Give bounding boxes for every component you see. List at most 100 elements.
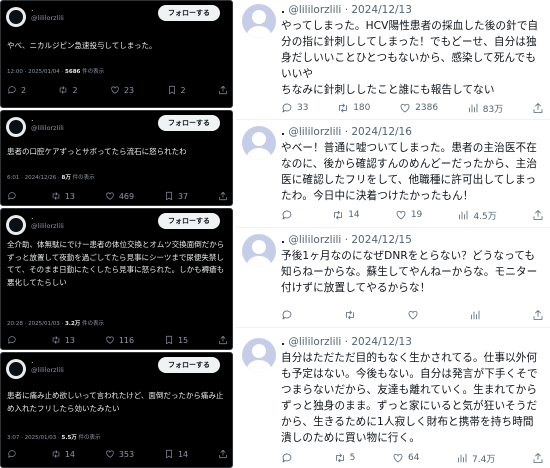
retweet-button[interactable]: 2 bbox=[58, 85, 78, 95]
follow-button[interactable]: フォローする bbox=[158, 357, 220, 373]
bookmark-button[interactable]: 15 bbox=[164, 335, 188, 345]
post-text: 予後1ヶ月なのになぜDNRをとらない？どうなっても知らねーからな。蘇生してやんね… bbox=[281, 250, 538, 294]
like-button[interactable]: 353 bbox=[105, 449, 134, 459]
retweet-count: 2 bbox=[72, 85, 78, 95]
reply-icon bbox=[8, 86, 16, 94]
user-handle[interactable]: @lililorzlili bbox=[288, 4, 341, 16]
bookmark-icon bbox=[166, 449, 172, 459]
avatar[interactable] bbox=[242, 338, 276, 372]
bookmark-button[interactable]: 2 bbox=[167, 85, 186, 95]
retweet-button[interactable]: 5 bbox=[334, 452, 356, 464]
share-button[interactable] bbox=[218, 191, 228, 201]
retweet-button[interactable]: 14 bbox=[51, 449, 75, 459]
view-count: 5686 bbox=[65, 69, 81, 75]
reply-button[interactable] bbox=[281, 452, 297, 464]
reply-button[interactable] bbox=[7, 449, 21, 459]
avatar[interactable] bbox=[6, 7, 26, 27]
bookmark-button[interactable]: 14 bbox=[164, 449, 188, 459]
display-name[interactable]: . bbox=[281, 126, 285, 138]
reply-button[interactable] bbox=[281, 209, 297, 221]
retweet-count: 5 bbox=[349, 453, 356, 463]
share-button[interactable] bbox=[218, 335, 228, 345]
avatar[interactable] bbox=[6, 359, 26, 379]
share-button[interactable] bbox=[532, 452, 544, 464]
retweet-count: 13 bbox=[64, 335, 76, 345]
share-icon bbox=[219, 335, 227, 345]
like-button[interactable] bbox=[407, 309, 423, 321]
user-handle[interactable]: @lililorzlili bbox=[288, 336, 341, 348]
like-button[interactable]: 2386 bbox=[399, 102, 438, 114]
views-icon bbox=[471, 310, 480, 320]
follow-button[interactable]: フォローする bbox=[158, 115, 220, 131]
user-handle[interactable]: @lililorzlili bbox=[288, 126, 341, 138]
avatar[interactable] bbox=[242, 234, 276, 268]
retweet-button[interactable]: 14 bbox=[332, 209, 360, 221]
retweet-icon bbox=[345, 310, 354, 320]
bookmark-button[interactable]: 37 bbox=[164, 191, 188, 201]
user-handle[interactable]: @lililorzlili bbox=[288, 234, 341, 246]
retweet-button[interactable]: 13 bbox=[51, 335, 75, 345]
share-button[interactable] bbox=[532, 209, 544, 221]
views-button[interactable] bbox=[469, 309, 485, 321]
retweet-button[interactable]: 13 bbox=[51, 191, 75, 201]
reply-button[interactable] bbox=[281, 309, 297, 321]
view-count: 7.4万 bbox=[472, 454, 496, 465]
like-button[interactable]: 23 bbox=[110, 85, 134, 95]
heart-icon bbox=[106, 450, 114, 458]
follow-button[interactable]: フォローする bbox=[158, 5, 220, 21]
like-count: 469 bbox=[118, 191, 135, 201]
views-button[interactable]: 4.5万 bbox=[457, 209, 497, 222]
share-button[interactable] bbox=[532, 309, 544, 321]
display-name[interactable]: . bbox=[281, 4, 285, 16]
display-name[interactable]: . bbox=[281, 336, 285, 348]
heart-icon bbox=[396, 210, 406, 220]
follow-button[interactable]: フォローする bbox=[158, 213, 220, 229]
retweet-count: 14 bbox=[348, 210, 360, 220]
post-text: やべー！普通に嘘ついてしまった。患者の主治医不在なのに、後から確認すんのめんどー… bbox=[281, 142, 538, 202]
views-button[interactable]: 7.4万 bbox=[456, 452, 495, 465]
user-handle[interactable]: @lililorzlili bbox=[31, 124, 64, 132]
view-count: 3.2万 bbox=[65, 321, 81, 327]
bookmark-count: 2 bbox=[180, 85, 186, 95]
view-count: 8万 bbox=[61, 175, 71, 181]
avatar[interactable] bbox=[6, 215, 26, 235]
share-button[interactable] bbox=[532, 102, 544, 114]
heart-icon bbox=[393, 453, 403, 463]
reply-button[interactable] bbox=[7, 191, 21, 201]
reply-button[interactable]: 2 bbox=[7, 85, 26, 95]
like-button[interactable]: 116 bbox=[105, 335, 134, 345]
avatar[interactable] bbox=[6, 117, 26, 137]
like-button[interactable]: 64 bbox=[392, 452, 419, 464]
post-header: . @lililorzlili · 2024/12/15 bbox=[281, 234, 412, 246]
retweet-button[interactable]: 180 bbox=[337, 102, 370, 114]
light-post-3: . @lililorzlili · 2024/12/13 自分はただただ目的もな… bbox=[236, 332, 550, 468]
post-date: · 2024/12/13 bbox=[344, 4, 412, 16]
reply-button[interactable]: 33 bbox=[281, 102, 308, 114]
retweet-icon bbox=[335, 453, 344, 463]
display-name[interactable]: . bbox=[31, 5, 34, 13]
avatar[interactable] bbox=[242, 4, 276, 38]
avatar[interactable] bbox=[242, 126, 276, 160]
post-header: . @lililorzlili · 2024/12/16 bbox=[281, 126, 412, 138]
share-icon bbox=[219, 191, 227, 201]
view-count-suffix: 件の表示 bbox=[78, 435, 101, 441]
share-button[interactable] bbox=[218, 449, 228, 459]
reply-button[interactable] bbox=[7, 335, 21, 345]
like-button[interactable]: 469 bbox=[105, 191, 134, 201]
display-name[interactable]: . bbox=[281, 234, 285, 246]
post-text-content: やってしまった。HCV陽性患者の採血した後の針で自分の指に針刺ししてしまった！で… bbox=[281, 20, 539, 96]
user-handle[interactable]: @lililorzlili bbox=[31, 366, 64, 374]
views-icon bbox=[459, 210, 468, 220]
user-handle[interactable]: @lililorzlili bbox=[31, 222, 64, 230]
like-count: 116 bbox=[118, 335, 135, 345]
view-count: 5.5万 bbox=[61, 435, 77, 441]
share-button[interactable] bbox=[218, 85, 228, 95]
retweet-icon bbox=[60, 86, 67, 94]
retweet-button[interactable] bbox=[344, 309, 360, 321]
display-name[interactable]: . bbox=[31, 357, 34, 365]
views-button[interactable]: 83万 bbox=[467, 102, 503, 115]
display-name[interactable]: . bbox=[31, 115, 34, 123]
display-name[interactable]: . bbox=[31, 213, 34, 221]
user-handle[interactable]: @lililorzlili bbox=[31, 14, 64, 22]
like-button[interactable]: 19 bbox=[395, 209, 422, 221]
